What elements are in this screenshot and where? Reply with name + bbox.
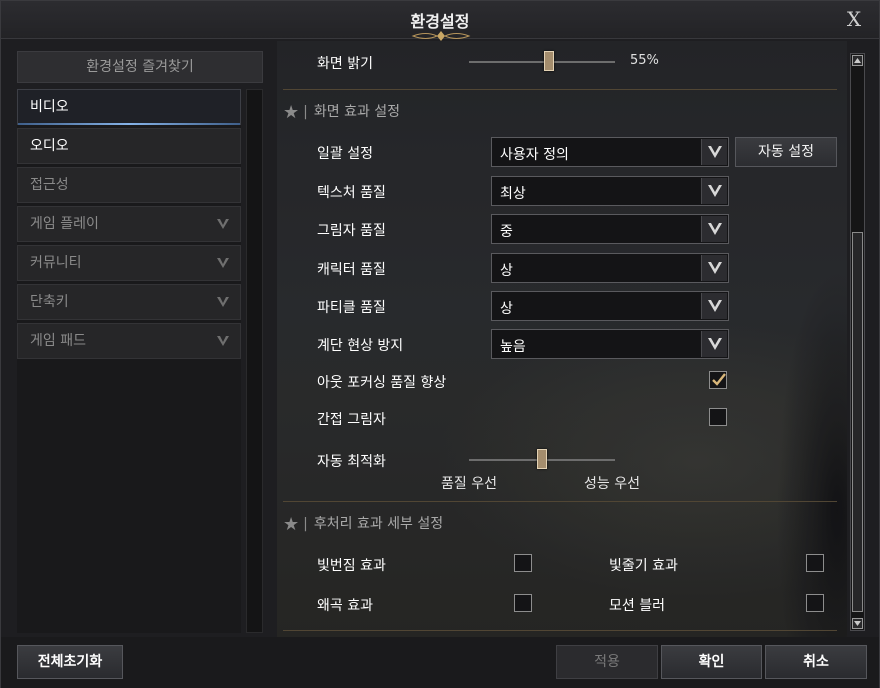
shadow-quality-label: 그림자 품질 [317,223,386,239]
dropdown-value: 높음 [500,339,526,355]
light-shaft-checkbox[interactable] [806,554,824,572]
motion-blur-label: 모션 블러 [609,598,665,614]
particle-quality-dropdown[interactable]: 상 [491,291,729,321]
chevron-down-icon [217,336,229,346]
title-bar: 환경설정 X [1,1,879,41]
sidebar-item-label: 접근성 [30,177,69,193]
indirect-shadow-checkbox[interactable] [709,408,727,426]
chevron-down-icon [217,219,229,229]
chevron-down-icon [701,139,727,165]
brightness-slider-handle[interactable] [544,51,555,71]
distortion-checkbox[interactable] [514,594,532,612]
confirm-button[interactable]: 확인 [661,645,762,679]
sidebar-item-gameplay[interactable]: 게임 플레이 [17,206,241,242]
character-quality-dropdown[interactable]: 상 [491,253,729,283]
bulk-setting-label: 일괄 설정 [317,146,373,162]
star-icon: ★ [283,514,300,535]
texture-quality-dropdown[interactable]: 최상 [491,176,729,206]
brightness-slider-track[interactable] [469,61,615,63]
antialiasing-dropdown[interactable]: 높음 [491,329,729,359]
motion-blur-checkbox[interactable] [806,594,824,612]
particle-quality-label: 파티클 품질 [317,300,386,316]
dropdown-value: 최상 [500,186,526,202]
antialiasing-label: 계단 현상 방지 [317,338,404,354]
sidebar-nav: 비디오 오디오 접근성 게임 플레이 커뮤니티 단축키 게임 패드 [17,89,241,633]
dropdown-value: 중 [500,224,513,240]
chevron-down-icon [701,216,727,242]
sidebar-item-label: 단축키 [30,294,69,310]
sidebar-item-label: 게임 플레이 [30,216,99,232]
texture-quality-label: 텍스처 품질 [317,185,386,201]
indirect-shadow-label: 간접 그림자 [317,412,386,428]
sidebar-item-accessibility[interactable]: 접근성 [17,167,241,203]
sidebar-item-shortcuts[interactable]: 단축키 [17,284,241,320]
chevron-down-icon [701,178,727,204]
brightness-value: 55% [630,53,659,68]
close-button[interactable]: X [843,7,865,31]
performance-priority-caption: 성능 우선 [584,476,640,492]
outfocus-quality-checkbox[interactable] [709,371,727,389]
content-scrollbar[interactable] [850,53,865,631]
bloom-checkbox[interactable] [514,554,532,572]
auto-setting-button[interactable]: 자동 설정 [735,137,837,167]
post-section-title: 후처리 효과 세부 설정 [313,516,444,532]
effects-section-title: 화면 효과 설정 [313,104,401,120]
sidebar-item-label: 비디오 [30,99,69,115]
bulk-setting-dropdown[interactable]: 사용자 정의 [491,137,729,167]
section-divider [283,501,837,502]
sidebar-item-community[interactable]: 커뮤니티 [17,245,241,281]
sidebar-item-label: 오디오 [30,138,69,154]
section-divider [283,630,837,631]
bloom-label: 빛번짐 효과 [317,558,386,574]
sidebar-scrollbar[interactable] [246,89,263,633]
chevron-down-icon [701,331,727,357]
check-icon [712,373,726,386]
favorites-button[interactable]: 환경설정 즐겨찾기 [17,51,263,83]
outfocus-quality-label: 아웃 포커싱 품질 향상 [317,375,447,391]
effects-section-header: ★ | 화면 효과 설정 [283,102,401,123]
distortion-label: 왜곡 효과 [317,598,373,614]
settings-window: 환경설정 X 환경설정 즐겨찾기 비디오 오디오 접근성 게임 플레이 커뮤니티… [0,0,880,688]
sidebar-item-gamepad[interactable]: 게임 패드 [17,323,241,359]
cancel-button[interactable]: 취소 [765,645,867,679]
scroll-thumb[interactable] [852,232,863,612]
sidebar-item-video[interactable]: 비디오 [17,89,241,125]
scroll-down-arrow-icon[interactable] [852,618,863,629]
character-quality-label: 캐릭터 품질 [317,262,386,278]
auto-optimize-label: 자동 최적화 [317,454,386,470]
apply-button[interactable]: 적용 [556,645,658,679]
auto-optimize-slider-handle[interactable] [537,449,547,469]
chevron-down-icon [701,293,727,319]
section-divider [283,89,837,90]
dropdown-value: 상 [500,263,513,279]
sidebar-item-label: 커뮤니티 [30,255,82,271]
post-section-header: ★ | 후처리 효과 세부 설정 [283,514,444,535]
shadow-quality-dropdown[interactable]: 중 [491,214,729,244]
dropdown-value: 상 [500,301,513,317]
reset-all-button[interactable]: 전체초기화 [17,645,123,679]
chevron-down-icon [701,255,727,281]
light-shaft-label: 빛줄기 효과 [609,558,678,574]
quality-priority-caption: 품질 우선 [441,476,497,492]
dropdown-value: 사용자 정의 [500,147,569,163]
sidebar-item-audio[interactable]: 오디오 [17,128,241,164]
chevron-down-icon [217,258,229,268]
star-icon: ★ [283,102,300,123]
brightness-label: 화면 밝기 [317,56,373,72]
scroll-up-arrow-icon[interactable] [852,55,863,66]
video-settings-panel: 화면 밝기 55% ★ | 화면 효과 설정 일괄 설정 사용자 정의 자동 설정 … [277,41,847,633]
chevron-down-icon [217,297,229,307]
sidebar-item-label: 게임 패드 [30,333,86,349]
